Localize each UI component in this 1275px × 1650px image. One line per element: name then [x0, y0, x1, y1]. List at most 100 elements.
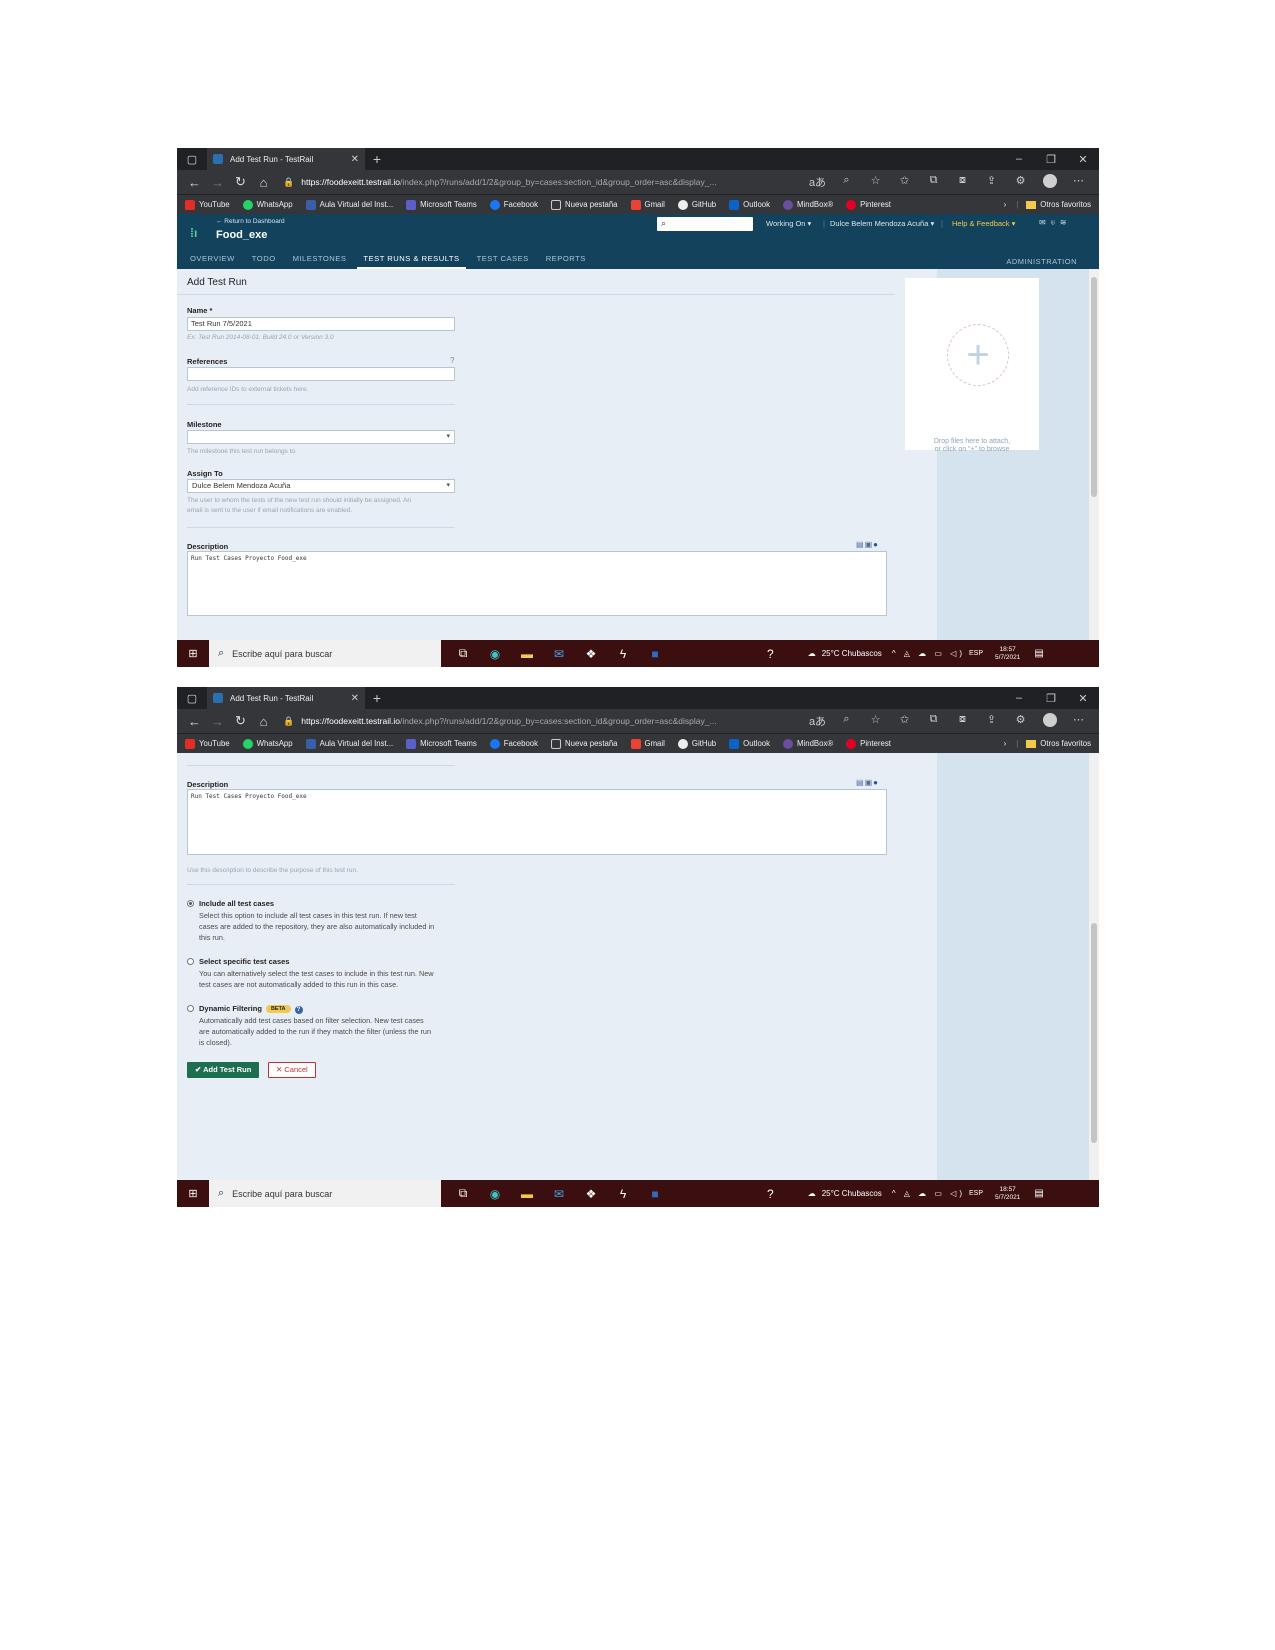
- new-tab-button[interactable]: +: [365, 151, 389, 167]
- references-help-icon[interactable]: ?: [450, 356, 454, 365]
- help-circle-icon[interactable]: ●: [873, 540, 879, 549]
- bookmark-aula-virtual[interactable]: Aula Virtual del Inst...: [305, 738, 393, 749]
- chevron-right-icon[interactable]: ›: [1004, 739, 1007, 748]
- bookmark-new-tab[interactable]: Nueva pestaña: [551, 199, 618, 210]
- home-icon[interactable]: ⌂: [252, 714, 275, 729]
- profile-avatar[interactable]: [1035, 713, 1064, 729]
- close-tab-icon[interactable]: ✕: [351, 693, 359, 704]
- mail-icon[interactable]: ✉: [1039, 218, 1050, 227]
- extensions-icon[interactable]: ⧇: [948, 174, 977, 190]
- minimize-icon[interactable]: –: [1003, 153, 1035, 166]
- refresh-icon[interactable]: ↻: [229, 174, 252, 190]
- image-icon[interactable]: ▣: [865, 778, 874, 787]
- browser-tab[interactable]: Add Test Run - TestRail ✕: [207, 687, 365, 709]
- bookmark-github[interactable]: GitHub: [677, 199, 716, 210]
- language-indicator[interactable]: ESP: [969, 1190, 983, 1197]
- share-icon[interactable]: ⇪: [977, 713, 1006, 729]
- favorite-star-icon[interactable]: ☆: [861, 174, 890, 190]
- notifications-icon[interactable]: ▤: [1034, 648, 1043, 659]
- back-icon[interactable]: ←: [183, 175, 206, 190]
- bookmark-outlook[interactable]: Outlook: [729, 738, 770, 749]
- chevron-right-icon[interactable]: ›: [1004, 200, 1007, 209]
- include-all-radio[interactable]: [187, 900, 194, 907]
- edge-icon[interactable]: ◉: [479, 647, 511, 661]
- favorite-star-icon[interactable]: ☆: [861, 713, 890, 729]
- back-icon[interactable]: ←: [183, 714, 206, 729]
- add-test-run-button[interactable]: ✔ Add Test Run: [187, 1062, 260, 1078]
- collections-icon[interactable]: ⧉: [919, 713, 948, 729]
- references-input[interactable]: [187, 367, 455, 381]
- more-menu-icon[interactable]: ⋯: [1064, 713, 1093, 729]
- search-input[interactable]: ⌕: [657, 217, 753, 231]
- forward-icon[interactable]: →: [206, 175, 229, 190]
- rss-icon[interactable]: ≋: [1060, 218, 1071, 227]
- attachment-dropzone[interactable]: + Drop files here to attach, or click on…: [905, 278, 1039, 453]
- help-app-icon[interactable]: ?: [767, 647, 774, 661]
- task-view-icon[interactable]: ⧉: [447, 1186, 479, 1201]
- bookmark-whatsapp[interactable]: WhatsApp: [242, 199, 293, 210]
- power-automate-icon[interactable]: ϟ: [607, 647, 639, 661]
- bookmark-youtube[interactable]: YouTube: [185, 738, 230, 749]
- nav-overview[interactable]: OVERVIEW: [184, 252, 241, 269]
- extensions-icon[interactable]: ⧇: [948, 713, 977, 729]
- description-textarea[interactable]: Run Test Cases Proyecto Food_exe: [187, 789, 887, 855]
- testrail-logo-icon[interactable]: ⁞ı: [190, 226, 202, 240]
- word-icon[interactable]: ■: [639, 1187, 671, 1201]
- system-tray-icons[interactable]: ^ ◬ ☁ ▭ ◁): [892, 1189, 965, 1198]
- other-favorites[interactable]: Otros favoritos: [1040, 739, 1091, 748]
- windows-start-icon[interactable]: ⊞: [177, 1187, 209, 1200]
- file-explorer-icon[interactable]: ▬: [511, 647, 543, 661]
- power-automate-icon[interactable]: ϟ: [607, 1187, 639, 1201]
- nav-reports[interactable]: REPORTS: [540, 252, 592, 269]
- page-scrollbar[interactable]: [1089, 269, 1099, 640]
- clock[interactable]: 18:57 5/7/2021: [995, 646, 1020, 662]
- dropbox-icon[interactable]: ❖: [575, 1187, 607, 1201]
- milestone-select[interactable]: ▾: [187, 430, 455, 444]
- bookmark-youtube[interactable]: YouTube: [185, 199, 230, 210]
- edge-icon[interactable]: ◉: [479, 1187, 511, 1201]
- bookmark-facebook[interactable]: Facebook: [489, 199, 538, 210]
- add-file-icon[interactable]: +: [948, 331, 1008, 379]
- bookmark-mindbox[interactable]: MindBox®: [783, 199, 833, 210]
- url-field[interactable]: 🔒 https://foodexeitt.testrail.io /index.…: [279, 712, 789, 730]
- nav-todo[interactable]: TODO: [246, 252, 282, 269]
- scroll-thumb[interactable]: [1091, 277, 1097, 497]
- bookmark-whatsapp[interactable]: WhatsApp: [242, 738, 293, 749]
- image-icon[interactable]: ▣: [865, 540, 874, 549]
- weather-widget[interactable]: ☁ 25°C Chubascos: [808, 1189, 882, 1198]
- help-feedback-menu[interactable]: Help & Feedback ▾: [952, 219, 1015, 228]
- system-tray-icons[interactable]: ^ ◬ ☁ ▭ ◁): [892, 649, 965, 658]
- other-favorites[interactable]: Otros favoritos: [1040, 200, 1091, 209]
- scroll-thumb[interactable]: [1091, 923, 1097, 1143]
- help-circle-icon[interactable]: ?: [294, 1006, 303, 1014]
- description-textarea[interactable]: Run Test Cases Proyecto Food_exe: [187, 551, 887, 616]
- home-icon[interactable]: ⌂: [252, 175, 275, 190]
- return-to-dashboard-link[interactable]: ← Return to Dashboard: [216, 218, 285, 225]
- favorites-icon[interactable]: ✩: [890, 713, 919, 729]
- bookmark-github[interactable]: GitHub: [677, 738, 716, 749]
- working-on-menu[interactable]: Working On ▾: [766, 219, 811, 228]
- user-menu[interactable]: Dulce Belem Mendoza Acuña ▾: [830, 219, 934, 228]
- nav-test-runs-results[interactable]: TEST RUNS & RESULTS: [357, 252, 466, 269]
- bookmark-outlook[interactable]: Outlook: [729, 199, 770, 210]
- name-input[interactable]: Test Run 7/5/2021: [187, 317, 455, 331]
- close-window-icon[interactable]: ✕: [1067, 153, 1099, 166]
- language-indicator[interactable]: ESP: [969, 650, 983, 657]
- bookmark-pinterest[interactable]: Pinterest: [846, 199, 891, 210]
- share-icon[interactable]: ⇪: [977, 174, 1006, 190]
- bookmark-aula-virtual[interactable]: Aula Virtual del Inst...: [305, 199, 393, 210]
- more-menu-icon[interactable]: ⋯: [1064, 174, 1093, 190]
- dynamic-filtering-radio[interactable]: [187, 1005, 194, 1012]
- mail-icon[interactable]: ✉: [543, 1187, 575, 1201]
- assign-to-select[interactable]: Dulce Belem Mendoza Acuña ▾: [187, 479, 455, 493]
- close-tab-icon[interactable]: ✕: [351, 154, 359, 165]
- taskbar-search[interactable]: ⌕ Escribe aquí para buscar: [209, 1180, 441, 1207]
- word-icon[interactable]: ■: [639, 647, 671, 661]
- settings-sync-icon[interactable]: ⚙: [1006, 174, 1035, 190]
- nav-test-cases[interactable]: TEST CASES: [471, 252, 535, 269]
- notifications-icon[interactable]: ▤: [1034, 1188, 1043, 1199]
- minimize-icon[interactable]: –: [1003, 692, 1035, 705]
- dropbox-icon[interactable]: ❖: [575, 647, 607, 661]
- zoom-icon[interactable]: ⌕: [832, 174, 861, 190]
- help-circle-icon[interactable]: ●: [873, 778, 879, 787]
